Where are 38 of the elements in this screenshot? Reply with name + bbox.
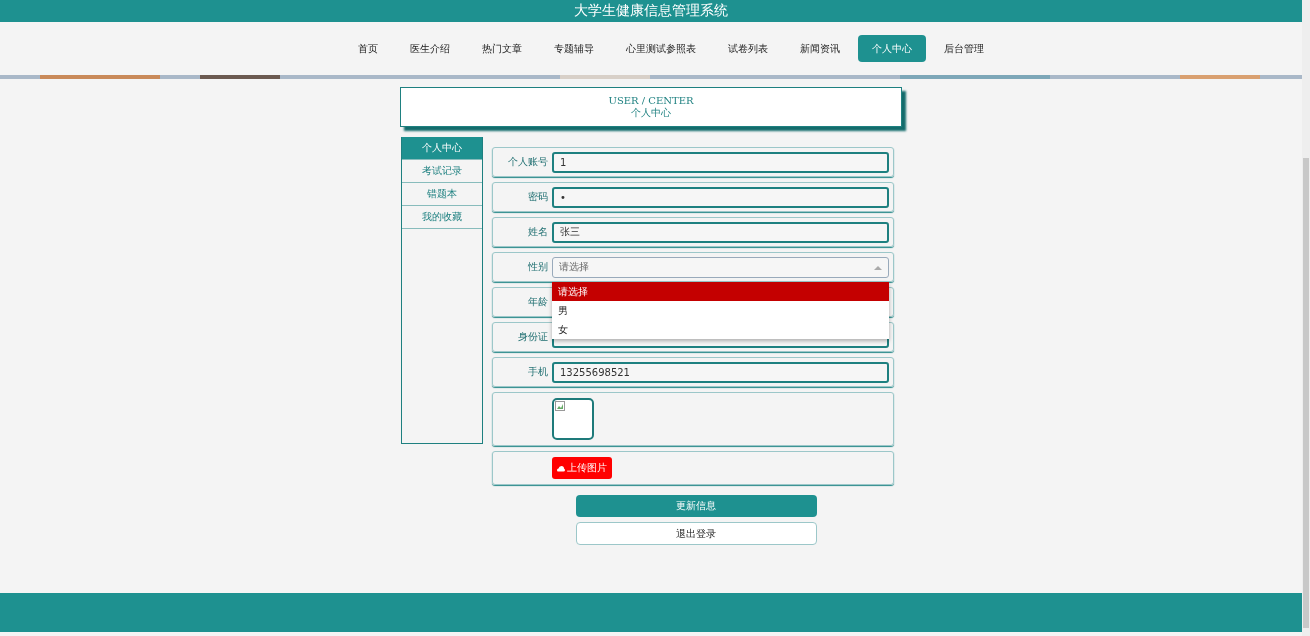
field-label: 个人账号	[507, 155, 549, 169]
sidebar-item[interactable]: 我的收藏	[402, 206, 482, 229]
nav-item[interactable]: 热门文章	[468, 35, 536, 62]
cloud-icon	[557, 464, 565, 472]
sidebar-item[interactable]: 考试记录	[402, 160, 482, 183]
input-field[interactable]: •	[552, 186, 889, 208]
field-label: 年龄	[527, 295, 549, 309]
field-label: 身份证	[517, 330, 549, 344]
sidebar-item[interactable]: 错题本	[402, 183, 482, 206]
nav-item[interactable]: 心里测试参照表	[612, 35, 710, 62]
caret-icon	[874, 264, 882, 270]
nav-item[interactable]: 试卷列表	[714, 35, 782, 62]
dropdown-option[interactable]: 男	[552, 301, 889, 320]
input-field[interactable]: 张三	[552, 221, 889, 243]
broken-image-icon	[555, 401, 565, 411]
field-label: 性别	[527, 260, 549, 274]
nav-item[interactable]: 专题辅导	[540, 35, 608, 62]
logout-button[interactable]: 退出登录	[575, 522, 817, 545]
select-field[interactable]: 请选择	[552, 256, 889, 278]
dropdown-option[interactable]: 请选择	[552, 282, 889, 301]
input-field[interactable]: 13255698521	[552, 361, 889, 383]
update-button[interactable]: 更新信息	[575, 495, 817, 517]
input-field[interactable]: 1	[552, 151, 889, 173]
upload-button[interactable]: 上传图片	[552, 457, 612, 479]
field-label: 密码	[527, 190, 549, 204]
dropdown-option[interactable]: 女	[552, 320, 889, 339]
nav-item[interactable]: 个人中心	[858, 35, 926, 62]
nav-item[interactable]: 后台管理	[930, 35, 998, 62]
nav-item[interactable]: 医生介绍	[396, 35, 464, 62]
section-subtitle: USER / CENTER	[608, 94, 694, 106]
site-title: 大学生健康信息管理系统	[574, 2, 728, 20]
scrollbar[interactable]	[1302, 0, 1310, 636]
nav-item[interactable]: 新闻资讯	[786, 35, 854, 62]
sidebar-item[interactable]: 个人中心	[402, 137, 482, 160]
nav-item[interactable]: 首页	[344, 35, 392, 62]
field-label: 手机	[527, 365, 549, 379]
field-label: 姓名	[527, 225, 549, 239]
section-title: 个人中心	[631, 105, 671, 120]
